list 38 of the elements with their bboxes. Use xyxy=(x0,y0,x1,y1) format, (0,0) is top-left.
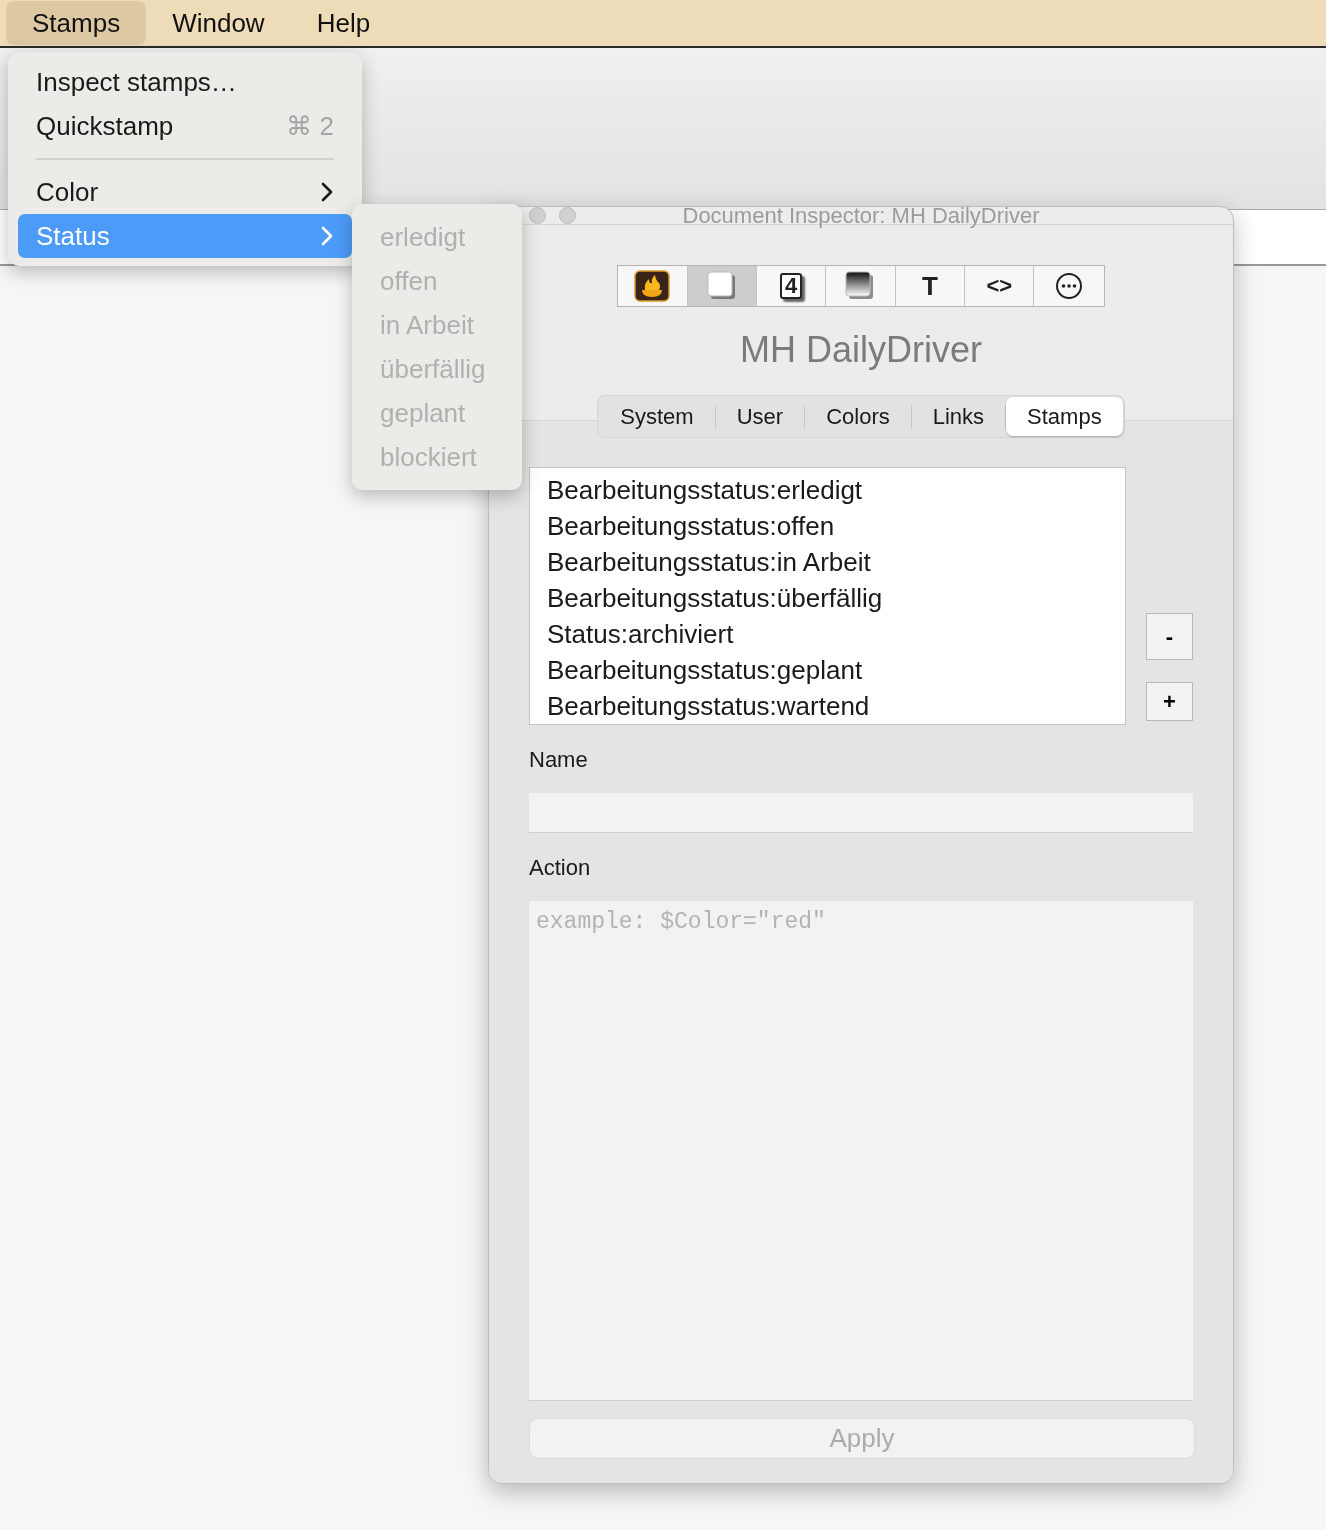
flame-icon xyxy=(634,270,671,302)
tab[interactable]: Colors xyxy=(805,397,911,436)
stamp-list-item[interactable]: Bearbeitungsstatus:geplant xyxy=(547,652,1125,688)
code-icon: <> xyxy=(986,275,1013,297)
tab[interactable]: Links xyxy=(911,397,1006,436)
menu-item[interactable]: Inspect stamps… xyxy=(18,60,352,104)
stamp-list-item[interactable]: Bearbeitungsstatus:wartend xyxy=(547,688,1125,724)
stamp-list-item[interactable]: Bearbeitungsstatus:in Arbeit xyxy=(547,544,1125,580)
menu-item[interactable]: Color xyxy=(18,170,352,214)
number-icon: 4 xyxy=(779,273,803,299)
name-label: Name xyxy=(529,746,589,774)
stamp-list-item[interactable]: Bearbeitungsstatus:offen xyxy=(547,508,1125,544)
menu-bar-item[interactable]: Help xyxy=(290,1,397,45)
action-label: Action xyxy=(529,854,592,882)
menu-item-label: Quickstamp xyxy=(36,109,174,143)
more-icon xyxy=(1055,272,1084,300)
document-heading: MH DailyDriver xyxy=(739,328,983,372)
add-button[interactable]: + xyxy=(1146,682,1193,721)
stamp-list-item[interactable]: Bearbeitungsstatus:erledigt xyxy=(547,472,1125,508)
tab[interactable]: System xyxy=(599,397,715,436)
tab[interactable]: User xyxy=(715,397,805,436)
menu-item-label: Status xyxy=(36,219,110,253)
stamp-list-item[interactable]: Bearbeitungsstatus:überfällig xyxy=(547,580,1125,616)
text-icon: T xyxy=(921,273,938,299)
menu-item-label: Inspect stamps… xyxy=(36,65,237,99)
name-field[interactable] xyxy=(529,793,1193,833)
chevron-right-icon xyxy=(320,182,334,202)
stamp-list-item[interactable]: Status:archiviert xyxy=(547,616,1125,652)
remove-button[interactable]: - xyxy=(1146,613,1193,660)
window-title: Document Inspector: MH DailyDriver xyxy=(682,207,1040,228)
menu-bar-item[interactable]: Stamps xyxy=(6,1,147,45)
tab[interactable]: Stamps xyxy=(1006,397,1123,436)
shortcut-label: ⌘ 2 xyxy=(286,109,334,143)
menu-item-label: Color xyxy=(36,175,99,209)
chevron-right-icon xyxy=(320,226,334,246)
menu-item[interactable]: Quickstamp ⌘ 2 xyxy=(18,104,352,148)
action-field[interactable]: example: $Color="red" xyxy=(529,901,1193,1401)
menu-bar-item[interactable]: Window xyxy=(146,1,291,45)
